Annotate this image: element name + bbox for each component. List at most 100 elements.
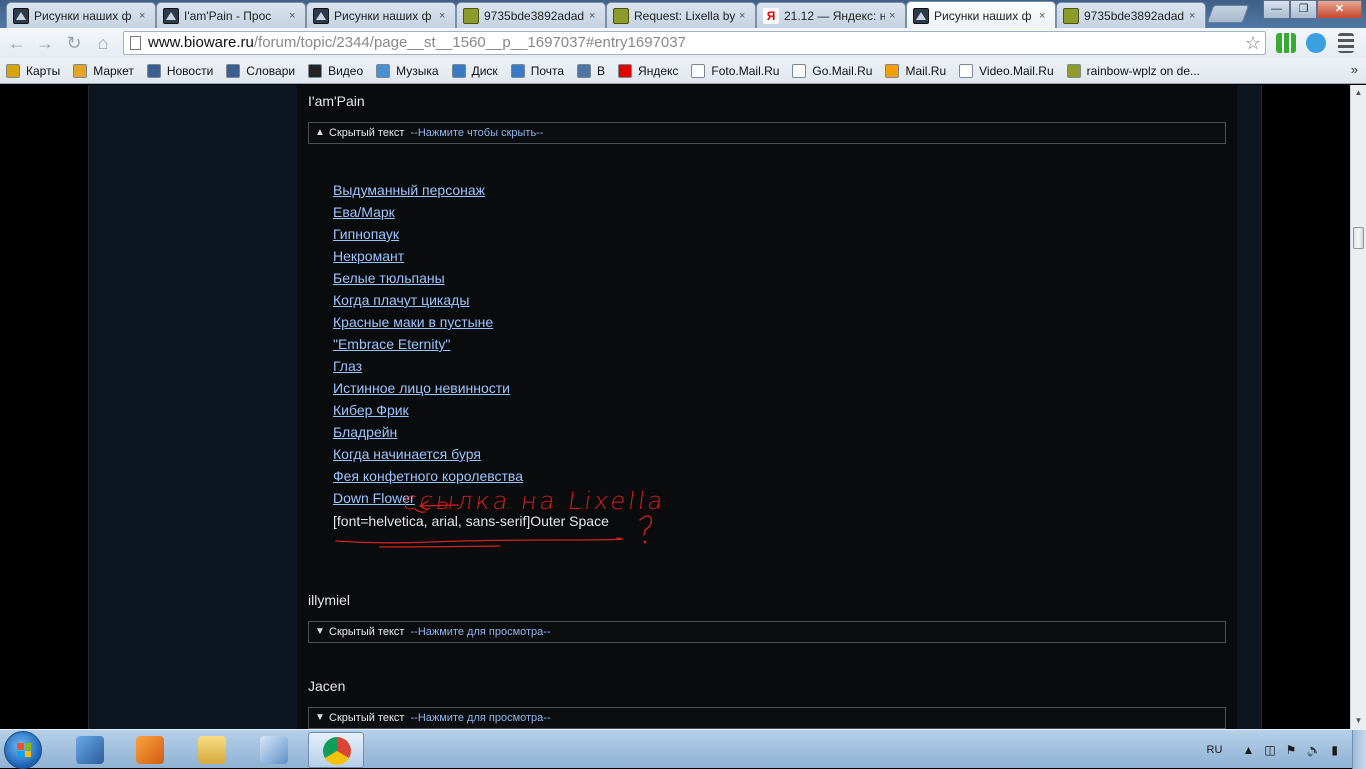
- back-icon[interactable]: ←: [6, 32, 28, 54]
- spoiler-action[interactable]: --Нажмите чтобы скрыть--: [411, 127, 544, 139]
- scroll-up-icon[interactable]: ▲: [1351, 85, 1366, 101]
- forward-icon[interactable]: →: [34, 32, 56, 54]
- drawing-link[interactable]: Красные маки в пустыне: [333, 313, 523, 335]
- drawing-link[interactable]: "Embrace Eternity": [333, 335, 523, 357]
- taskbar-explorer[interactable]: [184, 732, 240, 768]
- bookmark-icon: [376, 63, 391, 78]
- drawing-link[interactable]: Фея конфетного королевства: [333, 467, 523, 489]
- bookmark-label: rainbow-wplz on de...: [1086, 63, 1201, 78]
- close-tab-icon[interactable]: ×: [139, 10, 149, 22]
- spoiler-action[interactable]: --Нажмите для просмотра--: [411, 626, 551, 638]
- bookmark-item[interactable]: Музыка: [376, 63, 439, 78]
- bioware-icon: [913, 7, 929, 24]
- close-tab-icon[interactable]: ×: [439, 10, 449, 22]
- bookmark-item[interactable]: Video.Mail.Ru: [959, 63, 1054, 78]
- bookmark-item[interactable]: Почта: [510, 63, 564, 78]
- bookmark-item[interactable]: Словари: [226, 63, 295, 78]
- volume-icon[interactable]: 🔈: [1306, 743, 1321, 757]
- drawing-link[interactable]: Выдуманный персонаж: [333, 181, 523, 203]
- post-author: illymiel: [308, 592, 350, 608]
- spoiler-header[interactable]: ▲ Скрытый текст --Нажмите чтобы скрыть--: [308, 122, 1226, 144]
- close-tab-icon[interactable]: ×: [889, 10, 899, 22]
- drawing-links-list: Выдуманный персонаж Ева/Марк Гипнопаук Некр…: [333, 181, 523, 511]
- language-indicator[interactable]: RU: [1207, 744, 1223, 756]
- minimize-button[interactable]: —: [1263, 0, 1290, 19]
- folder-icon: [198, 736, 226, 764]
- taskbar-app-1[interactable]: [62, 732, 118, 768]
- close-tab-icon[interactable]: ×: [739, 10, 749, 22]
- bookmark-label: Диск: [471, 63, 498, 78]
- show-desktop-button[interactable]: [1352, 730, 1366, 769]
- spoiler-header[interactable]: ▼ Скрытый текст --Нажмите для просмотра-…: [308, 707, 1226, 729]
- tab-title: Рисунки наших ф: [334, 8, 432, 23]
- browser-tab[interactable]: 9735bde3892adad ×: [1056, 2, 1206, 28]
- taskbar-app-4[interactable]: [246, 732, 302, 768]
- show-hidden-icons-icon[interactable]: ▲: [1242, 743, 1254, 757]
- tab-title: Рисунки наших ф: [34, 8, 132, 23]
- drawing-link[interactable]: Некромант: [333, 247, 523, 269]
- browser-tab[interactable]: Рисунки наших ф ×: [906, 1, 1056, 29]
- bookmark-icon: [1066, 63, 1081, 78]
- bookmarks-more-button[interactable]: »: [1351, 62, 1358, 77]
- start-button[interactable]: [4, 731, 42, 769]
- bookmark-icon: [959, 63, 974, 78]
- taskbar-chrome[interactable]: [308, 732, 364, 768]
- browser-tab[interactable]: Request: Lixella by ×: [606, 2, 756, 28]
- browser-tab[interactable]: Рисунки наших ф ×: [306, 2, 456, 28]
- bookmark-item[interactable]: Яндекс: [618, 63, 678, 78]
- device-icon[interactable]: ◫: [1264, 743, 1275, 757]
- address-bar[interactable]: www.bioware.ru/forum/topic/2344/page__st…: [123, 31, 1266, 55]
- bookmark-item[interactable]: Диск: [451, 63, 498, 78]
- system-tray: RU ▲ ◫ ⚑ 🔈 ▮: [1207, 730, 1366, 769]
- drawing-link[interactable]: Когда начинается буря: [333, 445, 523, 467]
- close-tab-icon[interactable]: ×: [289, 10, 299, 22]
- drawing-link[interactable]: Бладрейн: [333, 423, 523, 445]
- taskbar-media-player[interactable]: [122, 732, 178, 768]
- close-tab-icon[interactable]: ×: [589, 10, 599, 22]
- web-page: I'am'Pain ▲ Скрытый текст --Нажмите чтоб…: [0, 85, 1350, 729]
- vertical-scrollbar[interactable]: ▲ ▼: [1350, 85, 1366, 729]
- extension-skype-icon[interactable]: [1306, 33, 1326, 53]
- drawing-link[interactable]: Истинное лицо невинности: [333, 379, 523, 401]
- drawing-link[interactable]: Ева/Марк: [333, 203, 523, 225]
- drawing-link[interactable]: Белые тюльпаны: [333, 269, 523, 291]
- new-tab-button[interactable]: [1206, 5, 1250, 23]
- bookmark-item[interactable]: Видео: [308, 63, 363, 78]
- network-icon[interactable]: ▮: [1331, 743, 1338, 757]
- drawing-link[interactable]: Гипнопаук: [333, 225, 523, 247]
- menu-icon[interactable]: [1338, 33, 1354, 53]
- maximize-button[interactable]: ❐: [1290, 0, 1317, 19]
- browser-tab[interactable]: Я 21.12 — Яндекс: н ×: [756, 2, 906, 28]
- close-tab-icon[interactable]: ×: [1039, 10, 1049, 22]
- bookmark-icon: [577, 63, 592, 78]
- scroll-down-icon[interactable]: ▼: [1351, 713, 1366, 729]
- bookmark-item[interactable]: В: [577, 63, 605, 78]
- bookmark-star-icon[interactable]: ☆: [1245, 32, 1261, 54]
- drawing-link[interactable]: Когда плачут цикады: [333, 291, 523, 313]
- extension-signal-icon[interactable]: [1276, 33, 1296, 53]
- bookmark-item[interactable]: rainbow-wplz on de...: [1066, 63, 1201, 78]
- bookmark-item[interactable]: Mail.Ru: [885, 63, 946, 78]
- bookmark-item[interactable]: Новости: [146, 63, 213, 78]
- close-window-button[interactable]: ✕: [1317, 0, 1362, 19]
- browser-tab[interactable]: Рисунки наших ф ×: [6, 2, 156, 28]
- bookmark-item[interactable]: Go.Mail.Ru: [792, 63, 872, 78]
- drawing-link[interactable]: Down Flower: [333, 489, 523, 511]
- browser-tab[interactable]: 9735bde3892adad ×: [456, 2, 606, 28]
- close-tab-icon[interactable]: ×: [1189, 10, 1199, 22]
- tab-title: I'am'Pain - Прос: [184, 8, 272, 23]
- page-icon: [130, 36, 141, 50]
- flag-icon[interactable]: ⚑: [1286, 743, 1297, 757]
- bookmark-item[interactable]: Маркет: [73, 63, 134, 78]
- reload-icon[interactable]: ↻: [63, 32, 85, 54]
- spoiler-header[interactable]: ▼ Скрытый текст --Нажмите для просмотра-…: [308, 621, 1226, 643]
- spoiler-label: Скрытый текст: [329, 127, 405, 139]
- drawing-link[interactable]: Кибер Фрик: [333, 401, 523, 423]
- bookmark-item[interactable]: Foto.Mail.Ru: [691, 63, 779, 78]
- scroll-thumb[interactable]: [1353, 227, 1364, 249]
- home-icon[interactable]: ⌂: [92, 32, 114, 54]
- bookmark-item[interactable]: Карты: [6, 63, 60, 78]
- spoiler-action[interactable]: --Нажмите для просмотра--: [411, 712, 551, 724]
- drawing-link[interactable]: Глаз: [333, 357, 523, 379]
- browser-tab[interactable]: I'am'Pain - Прос ×: [156, 2, 306, 28]
